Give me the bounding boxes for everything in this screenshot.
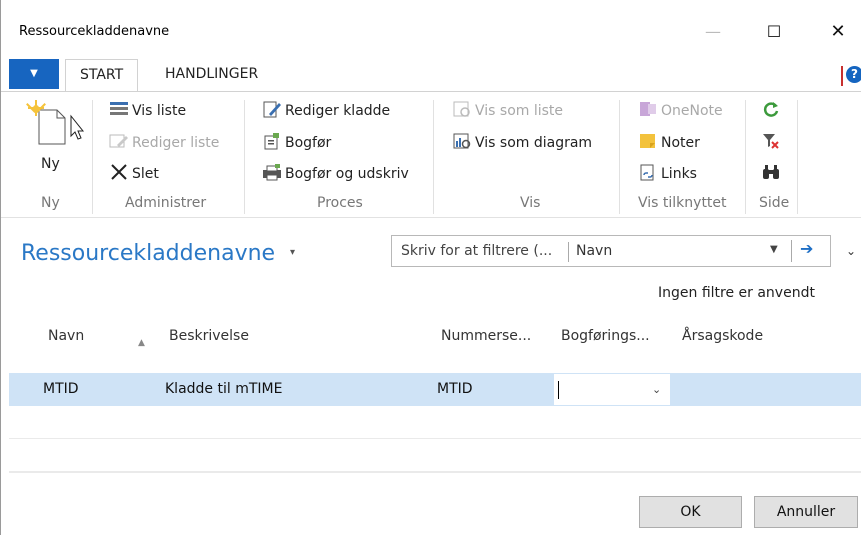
- divider: [9, 472, 861, 473]
- group-label-vis: Vis: [520, 195, 541, 211]
- vis-liste-button[interactable]: Vis liste: [109, 98, 186, 124]
- slet-label: Slet: [132, 166, 159, 182]
- refresh-icon: [763, 102, 779, 117]
- table-row[interactable]: [9, 439, 861, 472]
- bogfor-og-udskriv-button[interactable]: Bogfør og udskriv: [262, 161, 409, 187]
- vis-som-diagram-label: Vis som diagram: [475, 135, 593, 151]
- group-separator: [244, 100, 245, 214]
- dialog-window: Ressourcekladdenavne — ☐ ✕ ▼ START HANDL…: [0, 0, 861, 535]
- group-label-administrer: Administrer: [125, 195, 207, 211]
- ok-button[interactable]: OK: [639, 496, 742, 528]
- bogfor-button[interactable]: Bogfør: [262, 130, 331, 156]
- bogforing-dropdown-cell[interactable]: ⌄: [553, 373, 671, 406]
- group-label-vis-tilknyttet: Vis tilknyttet: [638, 195, 727, 211]
- group-separator: [92, 100, 93, 214]
- table-row[interactable]: MTID Kladde til mTIME MTID ⌄: [9, 373, 861, 406]
- links-label: Links: [661, 166, 697, 182]
- chevron-down-icon[interactable]: ⌄: [846, 244, 856, 258]
- tab-start[interactable]: START: [65, 59, 139, 92]
- filter-field-select[interactable]: Navn: [576, 243, 612, 259]
- ribbon-tabs: ▼ START HANDLINGER ?: [1, 56, 861, 92]
- column-header-bogforing[interactable]: Bogførings...: [561, 328, 650, 344]
- cell-beskrivelse[interactable]: Kladde til mTIME: [165, 381, 282, 397]
- find-button[interactable]: [761, 161, 784, 187]
- group-separator: [797, 100, 798, 214]
- links-icon: [640, 164, 654, 181]
- noter-label: Noter: [661, 135, 700, 151]
- group-separator: [745, 100, 746, 214]
- column-header-beskrivelse[interactable]: Beskrivelse: [169, 328, 249, 344]
- filter-divider: [568, 242, 569, 262]
- noter-button[interactable]: Noter: [638, 130, 700, 156]
- title-bar: Ressourcekladdenavne — ☐ ✕: [1, 0, 861, 56]
- help-icon: ?: [846, 66, 861, 83]
- group-label-side: Side: [759, 195, 790, 211]
- app-menu-button[interactable]: ▼: [9, 59, 59, 89]
- vis-som-liste-label: Vis som liste: [475, 103, 564, 119]
- bogfor-label: Bogfør: [285, 135, 332, 151]
- maximize-button[interactable]: ☐: [752, 14, 796, 50]
- onenote-label: OneNote: [661, 103, 723, 119]
- filter-status: Ingen filtre er anvendt: [658, 285, 815, 301]
- clear-filter-icon: [763, 134, 779, 149]
- slet-button[interactable]: Slet: [109, 161, 159, 187]
- table-row[interactable]: [9, 406, 861, 439]
- group-separator: [433, 100, 434, 214]
- cell-navn[interactable]: MTID: [43, 381, 79, 397]
- vis-som-liste-button[interactable]: Vis som liste: [452, 98, 563, 124]
- list-view-icon: [110, 102, 128, 115]
- chevron-down-icon[interactable]: ⌄: [652, 383, 661, 396]
- ribbon: Ny Ny Vis liste Rediger liste Slet Admin…: [1, 91, 861, 218]
- help-button[interactable]: ?: [841, 66, 861, 86]
- edit-list-icon: [109, 134, 128, 148]
- new-button[interactable]: Ny: [25, 98, 85, 178]
- onenote-icon: [640, 102, 656, 116]
- rediger-kladde-label: Rediger kladde: [285, 103, 391, 119]
- new-button-label: Ny: [41, 156, 60, 172]
- rediger-kladde-button[interactable]: Rediger kladde: [262, 98, 390, 124]
- minimize-button[interactable]: —: [691, 14, 735, 50]
- filter-divider: [791, 240, 792, 262]
- filter-bar: Skriv for at filtrere (... Navn ▼ ➔: [391, 235, 831, 267]
- bogfor-og-udskriv-label: Bogfør og udskriv: [285, 166, 409, 182]
- filter-input[interactable]: Skriv for at filtrere (...: [401, 243, 552, 259]
- column-header-aarsagskode[interactable]: Årsagskode: [682, 328, 763, 344]
- apply-filter-arrow-icon[interactable]: ➔: [800, 239, 813, 258]
- onenote-button[interactable]: OneNote: [638, 98, 723, 124]
- post-icon: [264, 133, 279, 150]
- new-document-icon: [26, 100, 85, 145]
- show-as-chart-icon: [453, 133, 471, 149]
- notes-icon: [640, 134, 655, 148]
- page-title-menu-icon[interactable]: ▾: [290, 247, 295, 258]
- links-button[interactable]: Links: [638, 161, 697, 187]
- cell-nummerserie[interactable]: MTID: [437, 381, 473, 397]
- group-label-proces: Proces: [317, 195, 363, 211]
- clear-filter-button[interactable]: [761, 130, 784, 156]
- text-cursor: [558, 381, 559, 399]
- tab-handlinger[interactable]: HANDLINGER: [151, 59, 272, 92]
- close-button[interactable]: ✕: [816, 14, 860, 50]
- post-and-print-icon: [263, 164, 281, 181]
- vis-som-diagram-button[interactable]: Vis som diagram: [452, 130, 592, 156]
- column-header-navn[interactable]: Navn: [48, 328, 84, 344]
- window-title: Ressourcekladdenavne: [19, 24, 170, 39]
- cancel-button[interactable]: Annuller: [754, 496, 858, 528]
- delete-x-icon: [111, 164, 127, 180]
- show-as-list-icon: [453, 101, 470, 117]
- refresh-button[interactable]: [761, 98, 784, 124]
- edit-journal-icon: [263, 101, 281, 118]
- vis-liste-label: Vis liste: [132, 103, 187, 119]
- group-label-ny: Ny: [41, 195, 60, 211]
- rediger-liste-label: Rediger liste: [132, 135, 220, 151]
- binoculars-icon: [763, 165, 779, 179]
- group-separator: [619, 100, 620, 214]
- sort-ascending-icon: ▲: [138, 338, 145, 348]
- filter-dropdown-icon[interactable]: ▼: [770, 244, 778, 255]
- rediger-liste-button[interactable]: Rediger liste: [109, 130, 219, 156]
- column-header-nummerserie[interactable]: Nummerse...: [441, 328, 531, 344]
- page-title: Ressourcekladdenavne: [21, 241, 276, 266]
